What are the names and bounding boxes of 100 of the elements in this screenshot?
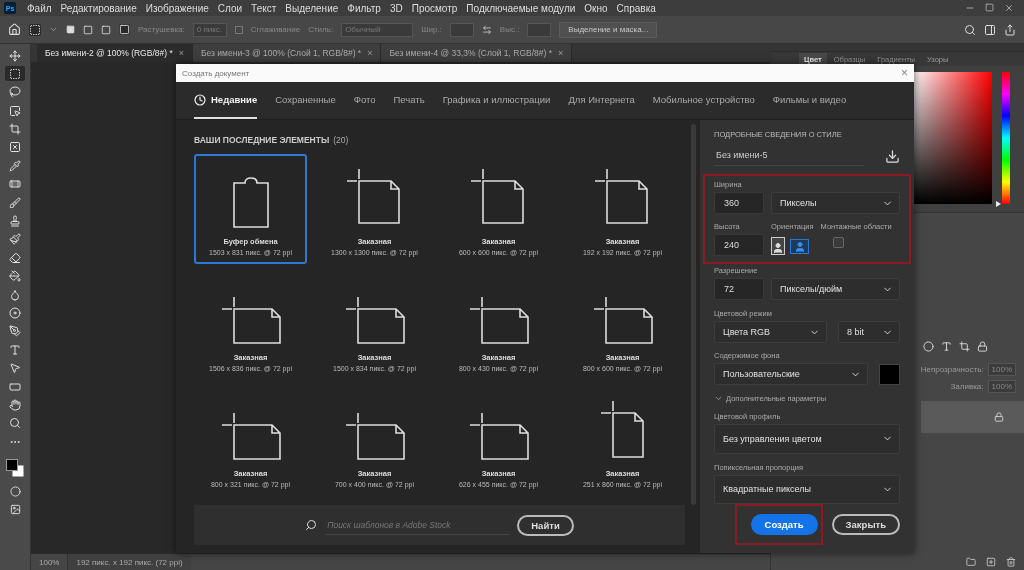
menu-item[interactable]: Слои	[217, 2, 243, 14]
category-tab[interactable]: Мобильное устройство	[652, 82, 755, 119]
style-label: Стиль:	[308, 25, 334, 34]
search-icon	[305, 519, 318, 531]
new-document-icon	[219, 411, 282, 461]
new-document-icon	[343, 411, 406, 461]
caret-icon[interactable]	[49, 25, 58, 34]
antialias-checkbox[interactable]	[234, 25, 243, 34]
maximize-icon[interactable]	[985, 3, 994, 12]
intersect-selection-icon[interactable]	[119, 24, 130, 35]
dialog-title: Создать документ	[182, 68, 250, 78]
color-mode-select[interactable]: Цвета RGB	[714, 321, 827, 343]
menu-item[interactable]: Окно	[584, 2, 608, 14]
lock-icon	[994, 412, 1004, 422]
menu-item[interactable]: Файл	[27, 2, 52, 14]
menu-item[interactable]: Фильтр	[347, 2, 381, 14]
close-icon[interactable]	[1004, 3, 1014, 13]
hand-icon	[9, 398, 21, 411]
background-color-swatch[interactable]	[879, 363, 900, 385]
home-icon[interactable]	[8, 23, 21, 36]
stamp-icon	[9, 215, 21, 227]
hue-slider-thumb[interactable]	[996, 201, 1001, 207]
select-and-mask-button[interactable]: Выделение и маска...	[559, 21, 658, 38]
tab-close-button[interactable]: ×	[558, 48, 564, 58]
marquee-icon[interactable]	[29, 23, 41, 36]
menu-item[interactable]: Изображение	[145, 2, 209, 14]
menu-item[interactable]: Выделение	[285, 2, 339, 14]
document-tab-label: Без имени-2 @ 100% (RGB/8#) *	[45, 48, 173, 58]
new-layer-icon[interactable]	[986, 557, 996, 567]
new-document-icon	[591, 295, 654, 345]
document-tab[interactable]: Без имени-3 @ 100% (Слой 1, RGB/8#) * ×	[193, 44, 382, 62]
close-button[interactable]: Закрыть	[831, 514, 900, 535]
height-field[interactable]	[527, 22, 552, 37]
tab-close-button[interactable]: ×	[367, 48, 373, 58]
find-button[interactable]: Найти	[517, 514, 574, 536]
swap-icon[interactable]	[481, 24, 492, 35]
search-icon[interactable]	[964, 23, 976, 36]
marquee-icon	[9, 67, 21, 80]
menu-item[interactable]: Редактирование	[60, 2, 137, 14]
type-icon[interactable]	[941, 341, 952, 352]
person-icon	[772, 242, 784, 254]
category-tab[interactable]: Фото	[353, 82, 376, 119]
pointer-icon	[9, 362, 21, 375]
item-count: (20)	[333, 135, 349, 145]
category-tab[interactable]: Сохраненные	[275, 82, 336, 119]
adjustment-icon[interactable]	[923, 341, 934, 352]
resolution-unit-select[interactable]: Пикселы/дюйм	[771, 278, 900, 300]
new-selection-icon[interactable]	[66, 25, 75, 34]
width-field[interactable]	[449, 22, 474, 37]
zoom-icon	[9, 417, 21, 430]
width-field[interactable]: 360	[714, 192, 764, 214]
tab-close-button[interactable]: ×	[178, 48, 184, 58]
bit-depth-select[interactable]: 8 bit	[838, 321, 900, 343]
landscape-button[interactable]	[790, 238, 809, 254]
tool-button[interactable]	[5, 66, 25, 82]
transform-icon[interactable]	[959, 341, 970, 352]
menu-item[interactable]: Подключаемые модули	[466, 2, 576, 14]
artboards-checkbox[interactable]	[832, 237, 844, 248]
category-tab[interactable]: Недавние	[194, 82, 258, 119]
subtract-selection-icon[interactable]	[101, 24, 111, 35]
category-tab[interactable]: Графика и иллюстрации	[442, 82, 551, 119]
stock-search-field[interactable]: Поиск шаблонов в Adobe Stock	[325, 515, 510, 535]
share-icon[interactable]	[1004, 23, 1016, 36]
dodge-icon	[9, 306, 21, 319]
menu-item[interactable]: Справка	[616, 2, 656, 14]
resolution-field[interactable]: 72	[714, 278, 764, 300]
document-tab[interactable]: Без имени-4 @ 33,3% (Слой 1, RGB/8#) * ×	[381, 44, 573, 62]
document-tab[interactable]: Без имени-2 @ 100% (RGB/8#) * ×	[37, 44, 193, 62]
background-select[interactable]: Пользовательские	[714, 363, 868, 385]
opacity-label: Непрозрачность:	[920, 365, 984, 374]
height-field[interactable]: 240	[714, 234, 764, 256]
clipboard-icon	[230, 177, 271, 229]
feather-label: Растушевка:	[138, 25, 185, 34]
add-selection-icon[interactable]	[83, 24, 93, 35]
menu-item[interactable]: Просмотр	[411, 2, 458, 14]
save-preset-icon[interactable]	[885, 149, 900, 164]
person-icon	[793, 240, 806, 253]
trash-icon[interactable]	[1006, 557, 1016, 567]
paint-bucket-icon	[9, 270, 21, 283]
folder-icon[interactable]	[966, 557, 976, 567]
color-field[interactable]	[912, 72, 992, 204]
background-swatch[interactable]	[12, 465, 24, 477]
menu-item[interactable]: Текст	[251, 2, 277, 14]
quick-mask-icon	[9, 486, 21, 497]
foreground-swatch[interactable]	[6, 458, 18, 471]
color-profile-select[interactable]: Без управления цветом	[714, 424, 900, 454]
portrait-button[interactable]	[771, 237, 785, 255]
width-unit-select[interactable]: Пикселы	[771, 192, 900, 214]
category-tab[interactable]: Фильмы и видео	[772, 82, 847, 119]
type-icon	[9, 343, 21, 356]
workspace-icon[interactable]	[984, 23, 996, 36]
menu-item[interactable]: 3D	[389, 2, 403, 14]
create-button[interactable]: Создать	[750, 514, 818, 535]
document-name-field[interactable]: Без имени-5	[714, 147, 864, 166]
lock-icon[interactable]	[977, 341, 988, 352]
category-tab[interactable]: Для Интернета	[568, 82, 635, 119]
dialog-close-button[interactable]: ×	[901, 67, 908, 79]
category-tab[interactable]: Печать	[393, 82, 425, 119]
pixel-aspect-select[interactable]: Квадратные пикселы	[714, 474, 900, 504]
new-document-icon	[598, 399, 647, 461]
